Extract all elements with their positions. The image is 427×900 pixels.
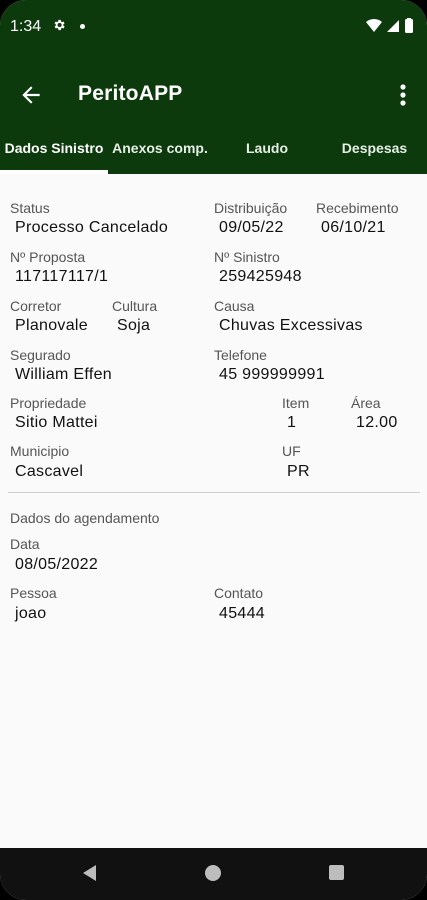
tab-bar: Dados Sinistro Anexos comp. Laudo Despes… bbox=[0, 130, 427, 174]
item-label: Item bbox=[282, 395, 310, 411]
recebimento-label: Recebimento bbox=[316, 200, 399, 216]
area-value: 12.00 bbox=[356, 414, 398, 431]
uf-value: PR bbox=[287, 463, 310, 480]
data-value: 08/05/2022 bbox=[15, 556, 99, 573]
arrow-left-icon[interactable] bbox=[18, 82, 44, 108]
tab-laudo[interactable]: Laudo bbox=[212, 130, 322, 174]
agendamento-section-title: Dados do agendamento bbox=[10, 510, 160, 526]
municipio-value: Cascavel bbox=[15, 463, 84, 480]
status-value: Processo Cancelado bbox=[15, 219, 169, 236]
contato-value: 45444 bbox=[219, 605, 265, 622]
municipio-label: Municipio bbox=[10, 443, 70, 459]
causa-label: Causa bbox=[214, 298, 255, 314]
distribuicao-label: Distribuição bbox=[214, 200, 288, 216]
sinistro-label: Nº Sinistro bbox=[214, 249, 280, 265]
app-title: PeritoAPP bbox=[78, 82, 183, 105]
signal-icon bbox=[387, 20, 399, 32]
area-label: Área bbox=[351, 395, 381, 411]
contato-label: Contato bbox=[214, 585, 264, 601]
proposta-value: 117117117/1 bbox=[15, 268, 109, 285]
corretor-label: Corretor bbox=[10, 298, 62, 314]
nav-home-icon[interactable] bbox=[205, 865, 221, 881]
proposta-label: Nº Proposta bbox=[10, 249, 86, 265]
system-status-icons bbox=[366, 18, 413, 33]
propriedade-label: Propriedade bbox=[10, 395, 87, 411]
nav-recents-icon[interactable] bbox=[329, 865, 344, 880]
notification-dot-icon bbox=[80, 24, 85, 29]
more-vert-icon[interactable] bbox=[393, 82, 413, 108]
tab-anexos-comp[interactable]: Anexos comp. bbox=[108, 130, 212, 174]
recebimento-value: 06/10/21 bbox=[321, 219, 386, 236]
segurado-label: Segurado bbox=[10, 347, 71, 363]
cultura-label: Cultura bbox=[112, 298, 158, 314]
causa-value: Chuvas Excessivas bbox=[219, 317, 363, 334]
tab-despesas[interactable]: Despesas bbox=[322, 130, 427, 174]
sinistro-value: 259425948 bbox=[219, 268, 302, 285]
status-label: Status bbox=[10, 200, 50, 216]
gear-icon bbox=[54, 19, 65, 31]
app-bar: PeritoAPP bbox=[0, 60, 427, 130]
nav-back-icon[interactable] bbox=[81, 864, 97, 882]
segurado-value: William Effen bbox=[15, 366, 112, 383]
propriedade-value: Sitio Mattei bbox=[15, 414, 98, 431]
pessoa-label: Pessoa bbox=[10, 585, 57, 601]
battery-icon bbox=[405, 19, 413, 33]
status-time: 1:34 bbox=[10, 18, 42, 35]
section-divider bbox=[8, 492, 420, 493]
screen: 1:34 PeritoAPP Dados Sinistro Anexos com… bbox=[0, 0, 427, 900]
distribuicao-value: 09/05/22 bbox=[219, 219, 284, 236]
uf-label: UF bbox=[282, 443, 301, 459]
system-nav-bar bbox=[0, 848, 427, 900]
corretor-value: Planovale bbox=[15, 317, 88, 334]
pessoa-value: joao bbox=[15, 605, 47, 622]
telefone-label: Telefone bbox=[214, 347, 267, 363]
status-bar: 1:34 bbox=[0, 0, 427, 60]
telefone-value: 45 999999991 bbox=[219, 366, 325, 383]
wifi-icon bbox=[366, 18, 382, 32]
tab-dados-sinistro[interactable]: Dados Sinistro bbox=[0, 130, 108, 174]
cultura-value: Soja bbox=[117, 317, 151, 334]
data-label: Data bbox=[10, 536, 40, 552]
item-value: 1 bbox=[287, 414, 297, 431]
claim-details: Status Processo Cancelado Distribuição 0… bbox=[0, 174, 427, 850]
